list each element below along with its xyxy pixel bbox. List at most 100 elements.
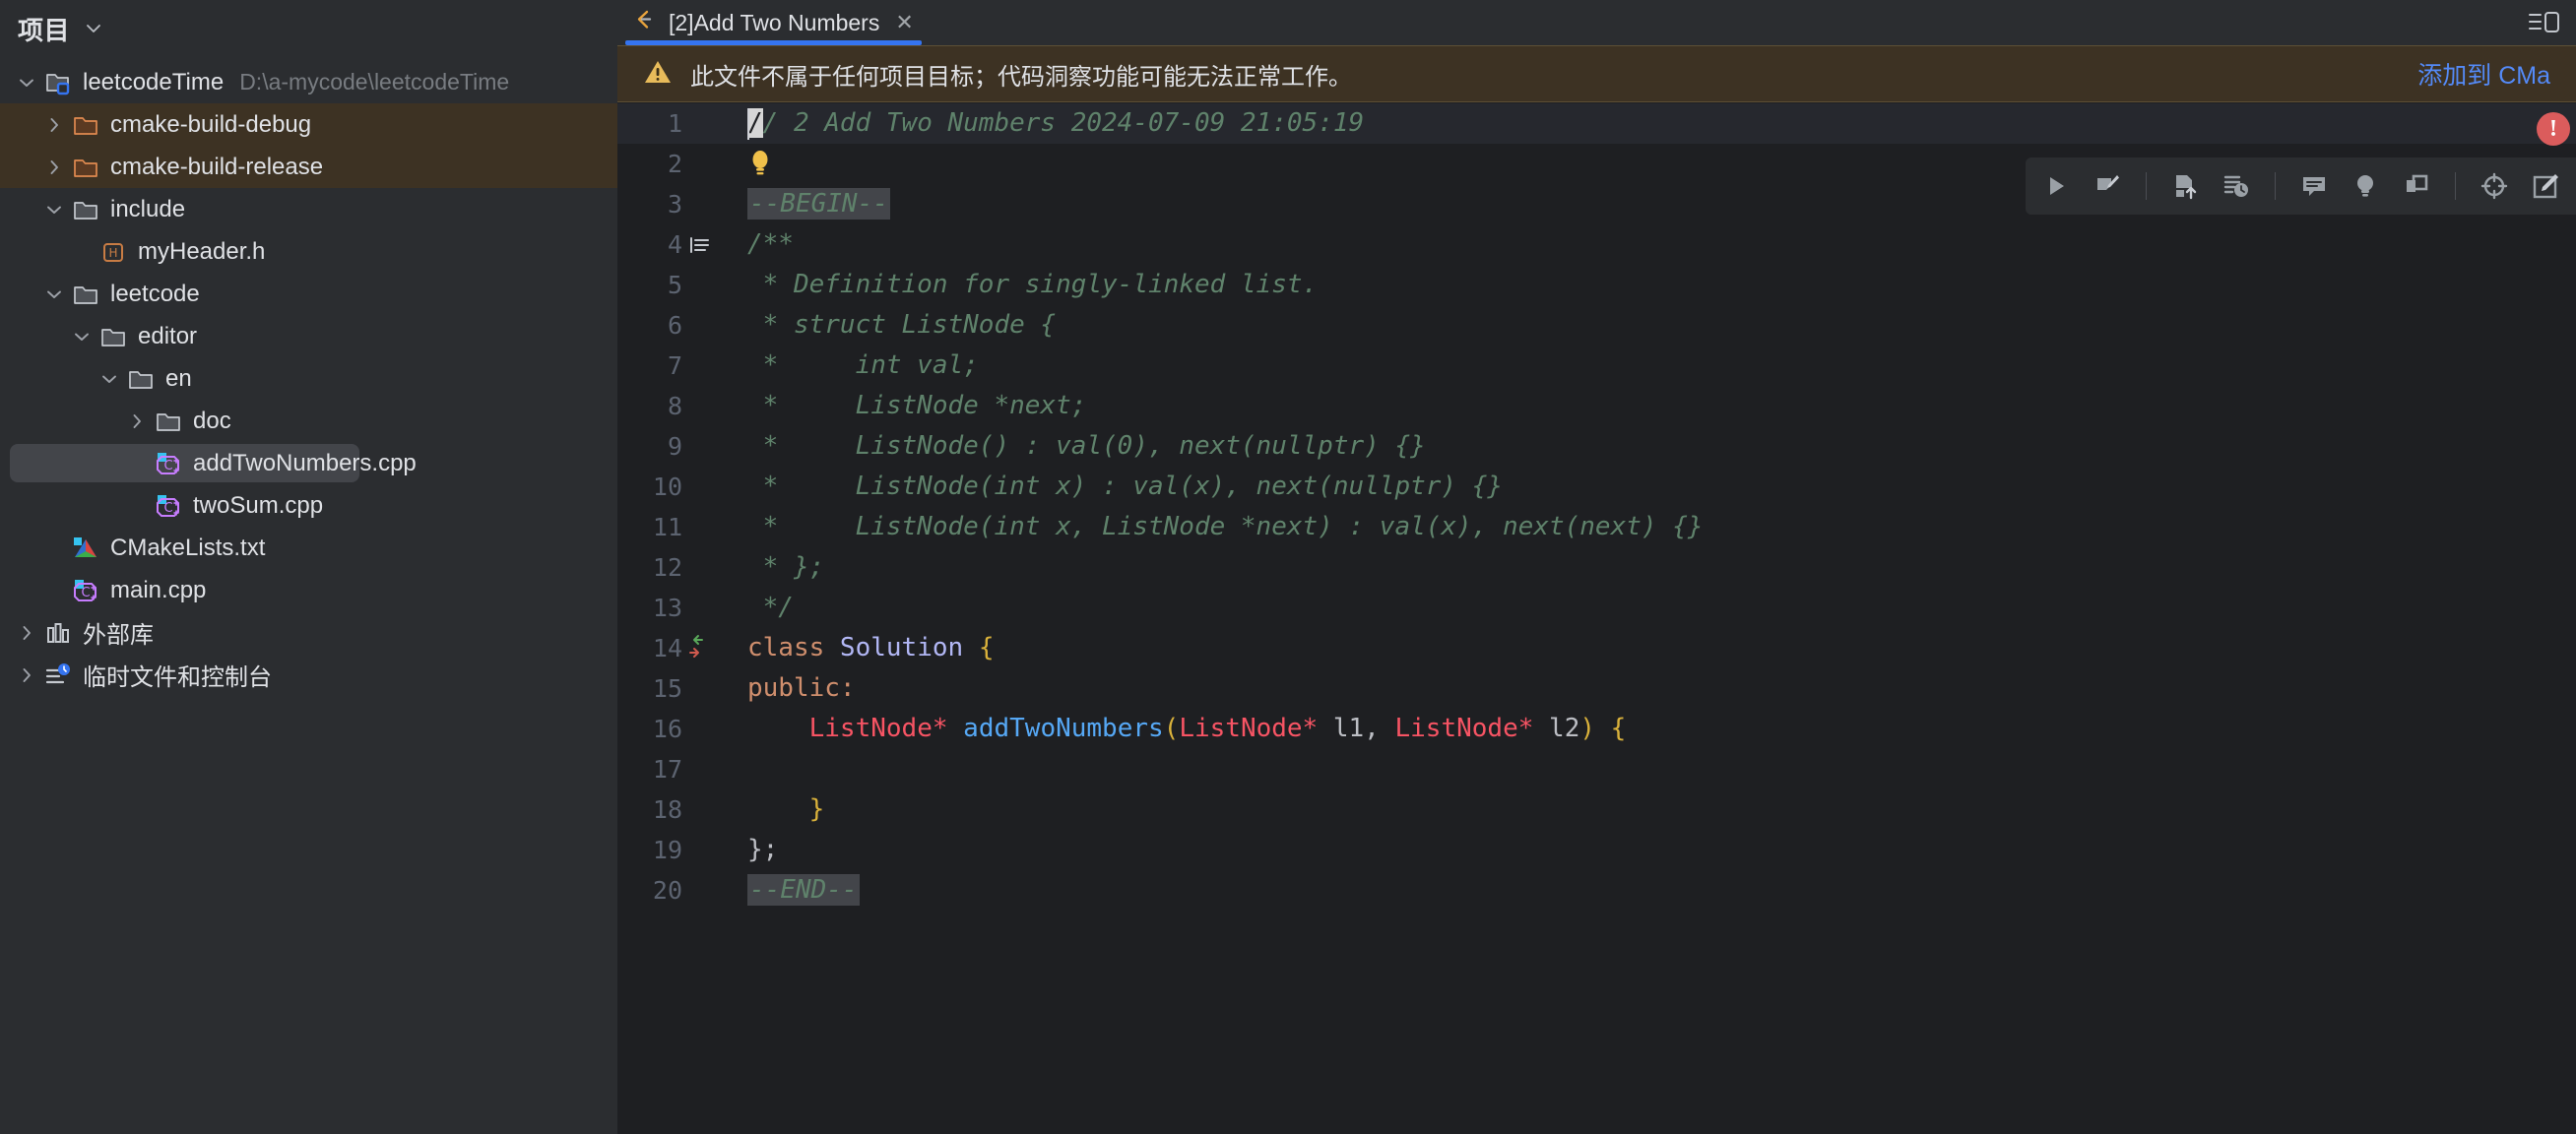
tree-item-main-cpp[interactable]: Cmain.cpp [0, 569, 617, 611]
toolbar-separator [2455, 172, 2456, 200]
tree-item-en[interactable]: en [0, 357, 617, 400]
window-icon[interactable] [2400, 169, 2433, 203]
cpp-file-icon: C [152, 450, 185, 477]
code-token: Solution [840, 633, 963, 662]
target-icon[interactable] [2478, 169, 2511, 203]
gutter-blank [686, 749, 730, 789]
chevron-right-icon[interactable] [39, 115, 69, 135]
close-icon[interactable]: ✕ [895, 10, 913, 35]
line-number: 5 [617, 265, 686, 305]
code-line[interactable]: 20 --END-- [617, 870, 2576, 911]
chevron-down-icon[interactable] [84, 19, 103, 38]
notification-banner: 此文件不属于任何项目目标；代码洞察功能可能无法正常工作。 添加到 CMa [617, 45, 2576, 102]
tree-item-cmake-build-debug[interactable]: cmake-build-debug [0, 103, 617, 146]
scratches-icon [41, 662, 75, 689]
code-line[interactable]: 4/** [617, 224, 2576, 265]
history-icon[interactable] [2220, 169, 2253, 203]
tree-item-editor[interactable]: editor [0, 315, 617, 357]
gutter-blank[interactable] [686, 103, 730, 144]
code-token: ListNode* [1179, 714, 1318, 743]
code-token [1595, 714, 1611, 743]
chevron-down-icon[interactable] [39, 284, 69, 304]
toolbar-separator [2275, 172, 2276, 200]
line-number: 20 [617, 870, 686, 911]
chevron-down-icon[interactable] [67, 327, 97, 346]
edit-icon[interactable] [2091, 169, 2124, 203]
code-line[interactable]: 11 * ListNode(int x, ListNode *next) : v… [617, 507, 2576, 547]
ide-window: 项目 leetcodeTimeD:\a-mycode\leetcodeTime c… [0, 0, 2576, 1134]
layout-panel-icon[interactable] [2527, 8, 2560, 37]
code-text: } [730, 789, 824, 830]
chevron-right-icon[interactable] [12, 623, 41, 643]
code-line[interactable]: 18 } [617, 789, 2576, 830]
tree-item-leetcodetime[interactable]: leetcodeTimeD:\a-mycode\leetcodeTime [0, 61, 617, 103]
code-text: ListNode* addTwoNumbers(ListNode* l1, Li… [730, 709, 1626, 749]
code-text [730, 144, 747, 184]
code-text [730, 749, 747, 789]
chevron-right-icon[interactable] [12, 665, 41, 685]
line-number: 4 [617, 224, 686, 265]
tree-item-myheader-h[interactable]: HmyHeader.h [0, 230, 617, 273]
code-fold-icon[interactable] [686, 224, 730, 265]
code-token: --END-- [747, 874, 860, 906]
code-line[interactable]: 6 * struct ListNode { [617, 305, 2576, 346]
code-text: * int val; [730, 346, 979, 386]
tab-add-two-numbers[interactable]: [2]Add Two Numbers ✕ [617, 0, 930, 45]
warning-triangle-icon [643, 57, 673, 92]
tree-item-doc[interactable]: doc [0, 400, 617, 442]
add-to-cmake-link[interactable]: 添加到 CMa [2417, 56, 2550, 92]
run-icon[interactable] [2039, 169, 2073, 203]
comment-icon[interactable] [2297, 169, 2331, 203]
error-stripe-badge[interactable]: ! [2531, 106, 2576, 152]
tab-label: [2]Add Two Numbers [669, 10, 879, 36]
code-token [747, 794, 809, 824]
code-editor[interactable]: 1// 2 Add Two Numbers 2024-07-09 21:05:1… [617, 103, 2576, 1134]
text-caret [747, 108, 749, 140]
code-line[interactable]: 14class Solution { [617, 628, 2576, 668]
chevron-right-icon[interactable] [39, 158, 69, 177]
code-line[interactable]: 12 * }; [617, 547, 2576, 588]
editor-tabbar: [2]Add Two Numbers ✕ [617, 0, 2576, 45]
code-line[interactable]: 19}; [617, 830, 2576, 870]
folder-icon [69, 196, 102, 223]
code-line[interactable]: 5 * Definition for singly-linked list. [617, 265, 2576, 305]
tree-item-include[interactable]: include [0, 188, 617, 230]
gutter-override-icons[interactable] [686, 628, 730, 668]
tree-item--[interactable]: 临时文件和控制台 [0, 654, 617, 696]
line-number: 19 [617, 830, 686, 870]
code-line[interactable]: 10 * ListNode(int x) : val(x), next(null… [617, 467, 2576, 507]
bulb-icon[interactable] [2349, 169, 2382, 203]
line-number: 10 [617, 467, 686, 507]
tree-item-addtwonumbers-cpp[interactable]: CaddTwoNumbers.cpp [0, 442, 617, 484]
sidebar-header: 项目 [0, 0, 617, 57]
tree-item-label: CMakeLists.txt [110, 535, 265, 562]
code-token: }; [747, 835, 778, 864]
folder-orange-icon [69, 111, 102, 139]
code-line[interactable]: 9 * ListNode() : val(0), next(nullptr) {… [617, 426, 2576, 467]
chevron-right-icon[interactable] [122, 411, 152, 431]
tree-item-leetcode[interactable]: leetcode [0, 273, 617, 315]
chevron-down-icon[interactable] [39, 200, 69, 220]
tree-item-cmake-build-release[interactable]: cmake-build-release [0, 146, 617, 188]
code-text: * struct ListNode { [730, 305, 1056, 346]
tree-item-label: cmake-build-debug [110, 111, 311, 139]
code-token: * ListNode(int x, ListNode *next) : val(… [747, 512, 1704, 541]
code-token: * struct ListNode { [747, 310, 1056, 340]
code-line[interactable]: 1// 2 Add Two Numbers 2024-07-09 21:05:1… [617, 103, 2576, 144]
chevron-down-icon[interactable] [12, 73, 41, 93]
gutter-bulb-icon[interactable] [686, 144, 730, 184]
tree-item-twosum-cpp[interactable]: CtwoSum.cpp [0, 484, 617, 527]
chevron-down-icon[interactable] [95, 369, 124, 389]
code-line[interactable]: 16 ListNode* addTwoNumbers(ListNode* l1,… [617, 709, 2576, 749]
pencil-square-icon[interactable] [2529, 169, 2562, 203]
export-icon[interactable] [2168, 169, 2202, 203]
code-line[interactable]: 8 * ListNode *next; [617, 386, 2576, 426]
code-line[interactable]: 17 [617, 749, 2576, 789]
tree-item-cmakelists-txt[interactable]: CMakeLists.txt [0, 527, 617, 569]
code-line[interactable]: 7 * int val; [617, 346, 2576, 386]
tree-item--[interactable]: 外部库 [0, 611, 617, 654]
code-text: --END-- [730, 870, 860, 911]
code-line[interactable]: 15public: [617, 668, 2576, 709]
code-line[interactable]: 13 */ [617, 588, 2576, 628]
code-text: // 2 Add Two Numbers 2024-07-09 21:05:19 [730, 103, 1364, 144]
